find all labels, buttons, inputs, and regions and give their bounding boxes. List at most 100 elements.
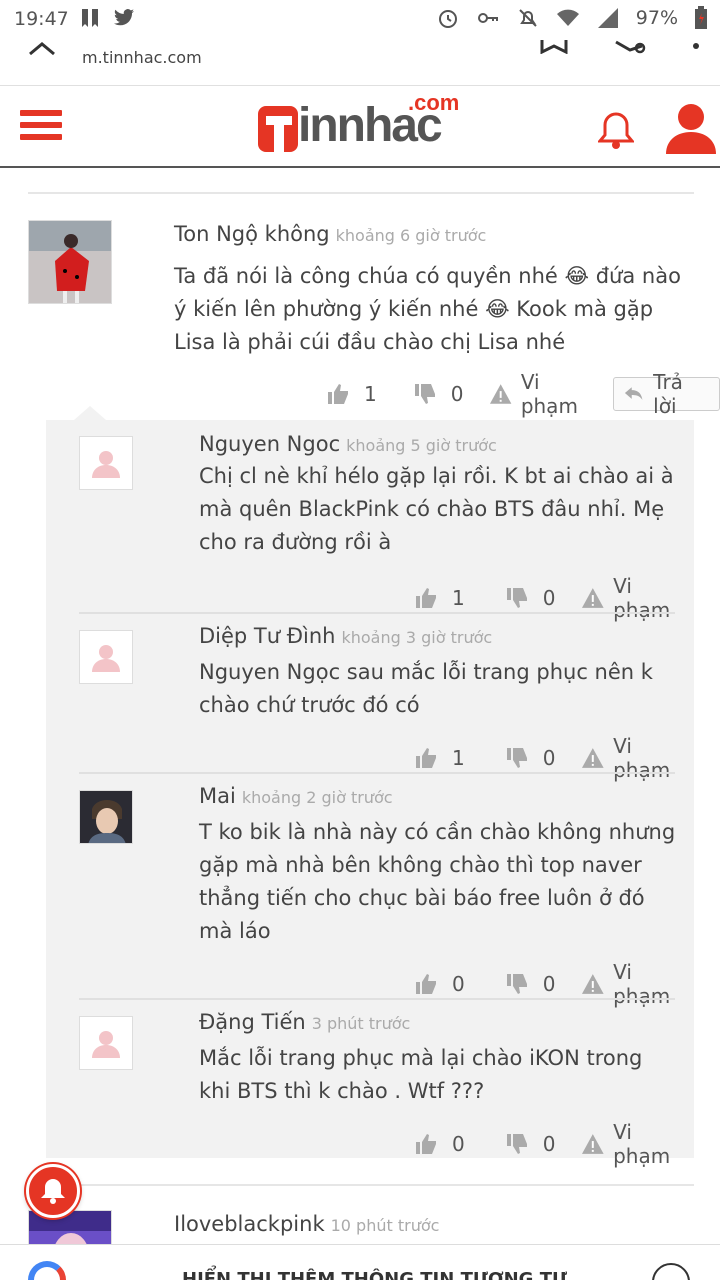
author-name[interactable]: Mai (199, 784, 236, 808)
signal-icon (597, 8, 618, 28)
report-label[interactable]: Vi phạm (521, 370, 601, 418)
reply-author[interactable]: Diệp Tư Đình khoảng 3 giờ trước (199, 624, 492, 648)
comments-section: Ton Ngộ không khoảng 6 giờ trước Ta đã nó… (0, 168, 720, 1244)
dislike-button[interactable]: 0 (505, 1132, 556, 1156)
reply-text: T ko bik là nhà này có cần chào không nh… (199, 820, 676, 943)
reply-author[interactable]: Nguyen Ngoc khoảng 5 giờ trước (199, 432, 497, 456)
like-button[interactable]: 1 (414, 586, 465, 610)
author-name[interactable]: Nguyen Ngoc (199, 432, 340, 456)
dislike-count: 0 (542, 1132, 556, 1156)
reply-item: Diệp Tư Đình khoảng 3 giờ trước Nguyen Ng… (46, 614, 694, 782)
avatar[interactable] (79, 436, 133, 490)
site-logo[interactable]: innhac .com (258, 90, 468, 160)
avatar[interactable] (79, 790, 133, 844)
report-button[interactable]: Vi phạm (581, 1120, 694, 1168)
alarm-icon (438, 10, 457, 28)
thumbs-up-icon[interactable] (414, 972, 438, 996)
reply-time: khoảng 2 giờ trước (241, 788, 393, 807)
warning-icon[interactable] (581, 1132, 605, 1156)
dislike-button[interactable]: 0 (413, 382, 464, 406)
dislike-count: 0 (542, 586, 556, 610)
like-button[interactable]: 0 (414, 1132, 465, 1156)
comment: Iloveblackpink 10 phút trước (0, 1198, 720, 1244)
thumbs-up-icon[interactable] (414, 1132, 438, 1156)
like-button[interactable]: 1 (326, 382, 377, 406)
author-name[interactable]: Ton Ngộ không (174, 222, 330, 246)
notification-bubble[interactable] (26, 1164, 80, 1218)
thumbs-down-icon[interactable] (505, 586, 529, 610)
reply-time: 3 phút trước (311, 1014, 411, 1033)
author-name[interactable]: Diệp Tư Đình (199, 624, 335, 648)
default-avatar-icon (92, 451, 120, 478)
reply-time: khoảng 3 giờ trước (341, 628, 493, 647)
comment-author[interactable]: Iloveblackpink 10 phút trước (174, 1212, 439, 1236)
bottom-banner[interactable]: HIỂN THỊ THÊM THÔNG TIN TƯƠNG TỰ (0, 1244, 720, 1280)
author-name[interactable]: Iloveblackpink (174, 1212, 325, 1236)
warning-icon[interactable] (581, 586, 605, 610)
like-count: 1 (364, 382, 377, 406)
reply-text: Chị cl nè khỉ hélo gặp lại rồi. K bt ai … (199, 464, 674, 554)
reply-author[interactable]: Mai khoảng 2 giờ trước (199, 784, 393, 808)
collapse-chevron-icon[interactable] (28, 40, 56, 58)
more-menu-icon[interactable] (692, 40, 700, 54)
divider (28, 1184, 694, 1186)
banner-text[interactable]: HIỂN THỊ THÊM THÔNG TIN TƯƠNG TỰ (182, 1269, 567, 1280)
thumbs-up-icon[interactable] (414, 586, 438, 610)
reply-actions: 0 0 Vi phạm (414, 1120, 694, 1168)
google-icon (28, 1261, 66, 1280)
like-button[interactable]: 1 (414, 746, 465, 770)
default-avatar-icon (92, 645, 120, 672)
battery-icon (695, 6, 707, 29)
avatar-photo (80, 791, 132, 843)
hamburger-menu-icon[interactable] (20, 110, 62, 144)
replies-panel: Nguyen Ngoc khoảng 5 giờ trước Chị cl nè … (46, 420, 694, 1168)
like-button[interactable]: 0 (414, 972, 465, 996)
warning-icon[interactable] (581, 746, 605, 770)
reply-item: Đặng Tiến 3 phút trước Mắc lỗi trang phục… (46, 1000, 694, 1168)
reply-time: khoảng 5 giờ trước (346, 436, 497, 455)
author-name[interactable]: Đặng Tiến (199, 1010, 306, 1034)
mute-icon (519, 9, 537, 27)
like-count: 1 (452, 586, 465, 610)
page-url[interactable]: m.tinnhac.com (82, 48, 202, 67)
share-icon[interactable] (614, 40, 646, 54)
browser-url-bar[interactable]: m.tinnhac.com (0, 40, 720, 86)
comment-time: khoảng 6 giờ trước (335, 226, 487, 245)
reply-author[interactable]: Đặng Tiến 3 phút trước (199, 1010, 410, 1034)
dislike-count: 0 (542, 972, 556, 996)
dislike-button[interactable]: 0 (505, 972, 556, 996)
user-account-icon[interactable] (664, 102, 718, 154)
expand-arrow-icon[interactable] (652, 1263, 690, 1280)
comment-author[interactable]: Ton Ngộ không khoảng 6 giờ trước (174, 222, 486, 246)
dislike-button[interactable]: 0 (505, 746, 556, 770)
key-icon (477, 13, 498, 23)
bookmark-icon[interactable] (540, 40, 568, 54)
thumbs-down-icon[interactable] (413, 382, 437, 406)
like-count: 1 (452, 746, 465, 770)
avatar[interactable] (79, 630, 133, 684)
report-button[interactable]: Vi phạm (489, 370, 600, 418)
reply-arrow-icon (624, 387, 643, 400)
warning-icon[interactable] (489, 382, 512, 406)
thumbs-up-icon[interactable] (414, 746, 438, 770)
thumbs-down-icon[interactable] (505, 746, 529, 770)
reply-label[interactable]: Trả lời (653, 370, 711, 418)
notification-bell-icon[interactable] (598, 110, 634, 150)
dislike-button[interactable]: 0 (505, 586, 556, 610)
reply-button[interactable]: Trả lời (612, 370, 720, 418)
bell-icon (41, 1179, 65, 1204)
like-count: 0 (452, 972, 465, 996)
report-label[interactable]: Vi phạm (613, 1120, 694, 1168)
default-avatar-icon (92, 1031, 120, 1058)
dislike-count: 0 (542, 746, 556, 770)
reply-text: Mắc lỗi trang phục mà lại chào iKON tron… (199, 1046, 643, 1103)
logo-suffix: .com (408, 90, 460, 115)
avatar[interactable] (79, 1016, 133, 1070)
thumbs-up-icon[interactable] (326, 382, 350, 406)
thumbs-down-icon[interactable] (505, 1132, 529, 1156)
dislike-count: 0 (450, 382, 464, 406)
wifi-icon (556, 9, 579, 26)
thumbs-down-icon[interactable] (505, 972, 529, 996)
warning-icon[interactable] (581, 972, 605, 996)
avatar[interactable] (28, 220, 112, 304)
